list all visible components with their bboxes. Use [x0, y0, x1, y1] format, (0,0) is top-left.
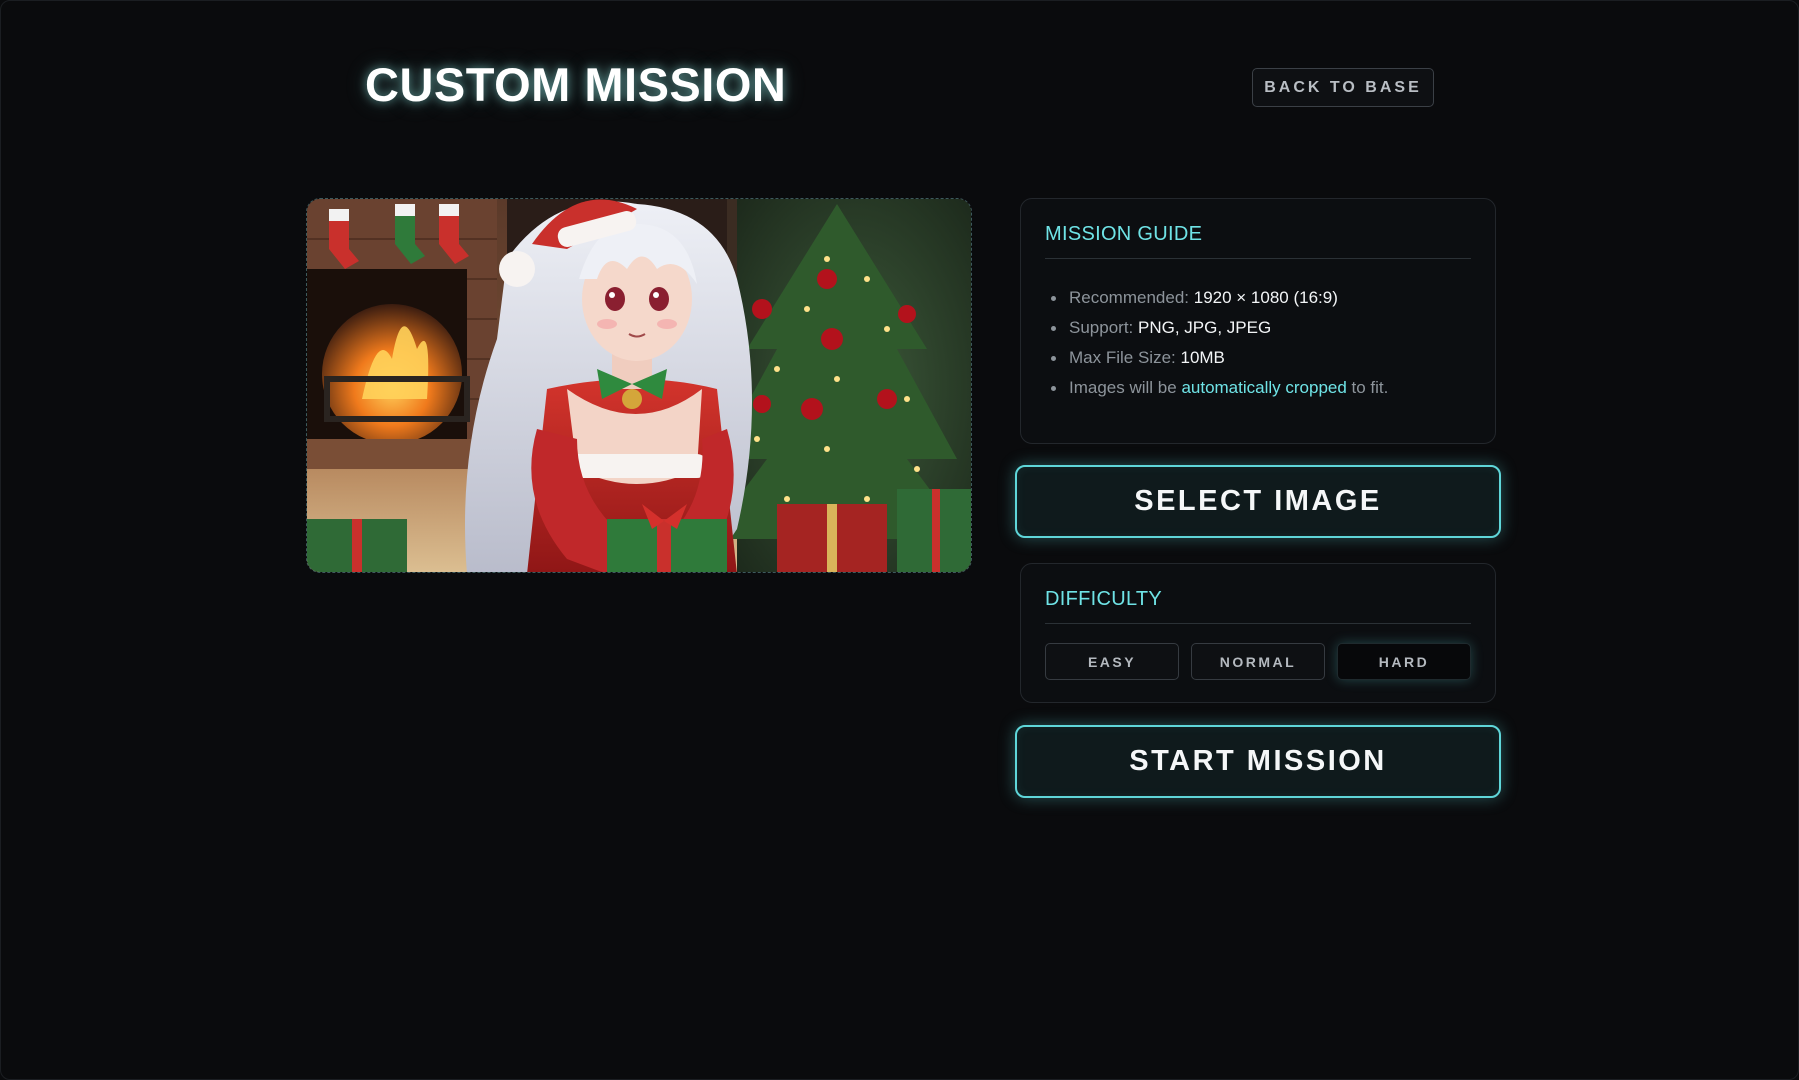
guide-item-value: 10MB — [1180, 348, 1225, 367]
guide-item-value: 1920 × 1080 (16:9) — [1193, 288, 1338, 307]
guide-item-label: Support: — [1069, 318, 1138, 337]
list-item: Recommended: 1920 × 1080 (16:9) — [1045, 287, 1388, 317]
guide-item-label: Max File Size: — [1069, 348, 1181, 367]
guide-note-before: Images will be — [1069, 378, 1182, 397]
difficulty-hard-button[interactable]: HARD — [1337, 643, 1471, 680]
image-preview[interactable] — [306, 198, 972, 573]
mission-guide-heading: MISSION GUIDE — [1045, 223, 1471, 259]
select-image-button[interactable]: SELECT IMAGE — [1015, 465, 1501, 538]
difficulty-normal-button[interactable]: NORMAL — [1191, 643, 1325, 680]
mission-guide-panel: MISSION GUIDE Recommended: 1920 × 1080 (… — [1020, 198, 1496, 444]
guide-item-value: PNG, JPG, JPEG — [1138, 318, 1272, 337]
guide-note-after: to fit. — [1346, 378, 1389, 397]
guide-list: Recommended: 1920 × 1080 (16:9) Support:… — [1045, 287, 1388, 407]
app-window: CUSTOM MISSION BACK TO BASE MISSION GUID… — [0, 0, 1799, 1080]
guide-note-highlight: automatically cropped — [1181, 378, 1347, 397]
start-mission-button[interactable]: START MISSION — [1015, 725, 1501, 798]
difficulty-options: EASY NORMAL HARD — [1045, 643, 1471, 680]
list-item: Support: PNG, JPG, JPEG — [1045, 317, 1388, 347]
page-title: CUSTOM MISSION — [365, 58, 787, 111]
guide-item-label: Recommended: — [1069, 288, 1194, 307]
difficulty-panel: DIFFICULTY EASY NORMAL HARD — [1020, 563, 1496, 703]
preview-image — [307, 199, 971, 572]
list-item: Images will be automatically cropped to … — [1045, 377, 1388, 407]
list-item: Max File Size: 10MB — [1045, 347, 1388, 377]
difficulty-easy-button[interactable]: EASY — [1045, 643, 1179, 680]
difficulty-heading: DIFFICULTY — [1045, 588, 1471, 624]
back-to-base-button[interactable]: BACK TO BASE — [1252, 68, 1434, 107]
